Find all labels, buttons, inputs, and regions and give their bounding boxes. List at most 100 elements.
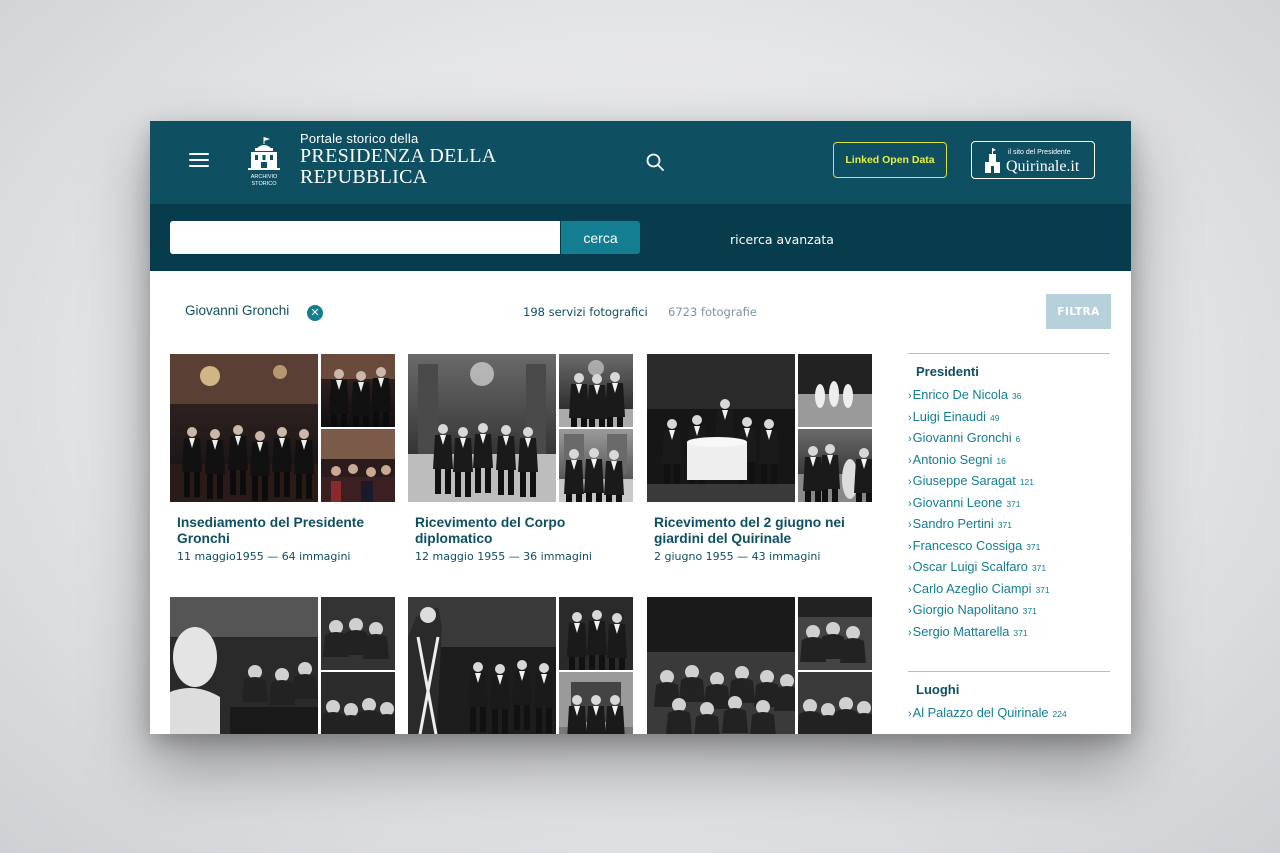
card-title[interactable]: Ricevimento del 2 giugno nei giardini de… [654,515,872,547]
photo-thumbnail [559,672,633,734]
photo-service-card[interactable] [647,597,872,734]
facet-label: Giovanni Gronchi [912,430,1012,445]
places-heading: Luoghi [916,682,960,697]
presidents-list: ›Enrico De Nicola 36 ›Luigi Einaudi 49 ›Gi… [908,384,1110,642]
quirinale-link-button[interactable]: il sito del Presidente Quirinale.it [971,141,1095,179]
photo-thumbnail [798,672,872,734]
facet-item-president[interactable]: ›Sandro Pertini 371 [908,513,1110,535]
advanced-search-link[interactable]: ricerca avanzata [730,232,834,247]
facet-item-president[interactable]: ›Enrico De Nicola 36 [908,384,1110,406]
facet-item-president[interactable]: ›Giovanni Gronchi 6 [908,427,1110,449]
photo-thumbnail [559,597,633,670]
photos-count[interactable]: 6723 fotografie [668,305,757,319]
linked-open-data-button[interactable]: Linked Open Data [833,142,947,178]
facet-item-president[interactable]: ›Giuseppe Saragat 121 [908,470,1110,492]
facet-item-president[interactable]: ›Antonio Segni 16 [908,449,1110,471]
site-subtitle: Portale storico della [300,131,419,146]
quirinale-label: Quirinale.it [1006,158,1080,175]
facet-label: Sergio Mattarella [912,623,1010,639]
facet-label: Giuseppe Saragat [912,473,1016,488]
facet-count: 371 [1026,541,1041,552]
facet-label: Enrico De Nicola [912,387,1008,402]
facet-label: Al Palazzo del Quirinale [912,705,1049,720]
facet-count: 371 [1031,563,1047,573]
photo-thumbnail [170,597,318,734]
quirinale-caption: il sito del Presidente [1008,149,1071,156]
facet-count: 371 [1013,627,1028,638]
photo-service-card[interactable]: Ricevimento del Corpo diplomatico 12 mag… [408,354,633,563]
facet-label: Carlo Azeglio Ciampi [912,580,1032,596]
facet-count: 36 [1011,391,1022,401]
photo-service-card[interactable] [170,597,395,734]
remove-filter-icon[interactable]: ✕ [307,305,323,321]
facet-count: 121 [1019,477,1035,487]
photo-thumbnail [798,354,872,427]
archivio-storico-logo[interactable]: ARCHIVIO STORICO [247,135,281,187]
section-divider [908,671,1110,672]
chevron-right-icon: › [908,390,912,402]
photo-thumbnail [408,354,556,502]
facet-count: 371 [1022,606,1037,616]
facet-count: 6 [1015,434,1021,444]
facet-count: 371 [1006,498,1021,509]
svg-text:ARCHIVIO: ARCHIVIO [251,174,278,180]
photo-thumbnail [321,429,395,502]
facet-label: Luigi Einaudi [912,408,986,424]
photo-service-card[interactable]: Insediamento del Presidente Gronchi 11 m… [170,354,395,563]
search-input[interactable] [170,221,560,254]
places-list: ›Al Palazzo del Quirinale 224 [908,702,1110,724]
photo-thumbnail [321,672,395,734]
card-meta: 2 giugno 1955 — 43 immagini [654,550,821,563]
chevron-right-icon: › [908,497,912,510]
quirinale-palace-icon [985,148,1000,173]
photo-thumbnail [647,354,795,502]
facet-count: 49 [989,412,1000,423]
search-icon[interactable] [645,152,665,172]
facet-count: 371 [1035,584,1050,595]
photo-thumbnail [408,597,556,734]
card-title[interactable]: Insediamento del Presidente Gronchi [177,515,395,547]
active-filter-label: Giovanni Gronchi [185,303,290,318]
search-button[interactable]: cerca [561,221,640,254]
photo-thumbnail [798,597,872,670]
chevron-right-icon: › [908,476,912,488]
chevron-right-icon: › [908,411,912,424]
facet-label: Giorgio Napolitano [912,602,1019,617]
facet-item-president[interactable]: ›Giorgio Napolitano 371 [908,599,1110,621]
facet-count: 16 [996,455,1006,466]
photo-thumbnail [170,354,318,502]
facet-label: Oscar Luigi Scalfaro [912,559,1028,574]
facet-label: Giovanni Leone [912,494,1003,510]
photo-thumbnail [798,429,872,502]
card-meta: 12 maggio 1955 — 36 immagini [415,550,592,563]
facet-item-place[interactable]: ›Al Palazzo del Quirinale 224 [908,702,1110,724]
site-header: ARCHIVIO STORICO Portale storico della P… [150,121,1131,204]
filter-button[interactable]: FILTRA [1046,294,1111,329]
facet-count: 371 [997,520,1012,530]
facet-item-president[interactable]: ›Oscar Luigi Scalfaro 371 [908,556,1110,578]
menu-icon[interactable] [189,153,209,169]
photo-thumbnail [321,354,395,427]
site-title[interactable]: Portale storico della PRESIDENZA DELLA R… [300,131,520,188]
chevron-right-icon: › [908,540,912,553]
facet-item-president[interactable]: ›Francesco Cossiga 371 [908,535,1110,557]
facet-item-president[interactable]: ›Giovanni Leone 371 [908,492,1110,514]
photo-service-card[interactable]: Ricevimento del 2 giugno nei giardini de… [647,354,872,563]
search-bar: cerca [150,204,1131,271]
card-title[interactable]: Ricevimento del Corpo diplomatico [415,515,633,547]
facet-item-president[interactable]: ›Carlo Azeglio Ciampi 371 [908,578,1110,600]
facet-label: Sandro Pertini [912,516,994,531]
facets-sidebar: Presidenti ›Enrico De Nicola 36 ›Luigi Ei… [908,353,1110,724]
facet-item-president[interactable]: ›Luigi Einaudi 49 [908,406,1110,428]
photo-service-card[interactable] [408,597,633,734]
photo-thumbnail [559,429,633,502]
site-title-main: PRESIDENZA DELLA REPUBBLICA [300,145,496,188]
section-divider [908,353,1110,354]
chevron-right-icon: › [908,562,912,574]
services-count[interactable]: 198 servizi fotografici [523,305,648,319]
chevron-right-icon: › [908,605,912,617]
facet-item-president[interactable]: ›Sergio Mattarella 371 [908,621,1110,643]
photo-thumbnail [321,597,395,670]
chevron-right-icon: › [908,626,912,639]
photo-thumbnail [647,597,795,734]
